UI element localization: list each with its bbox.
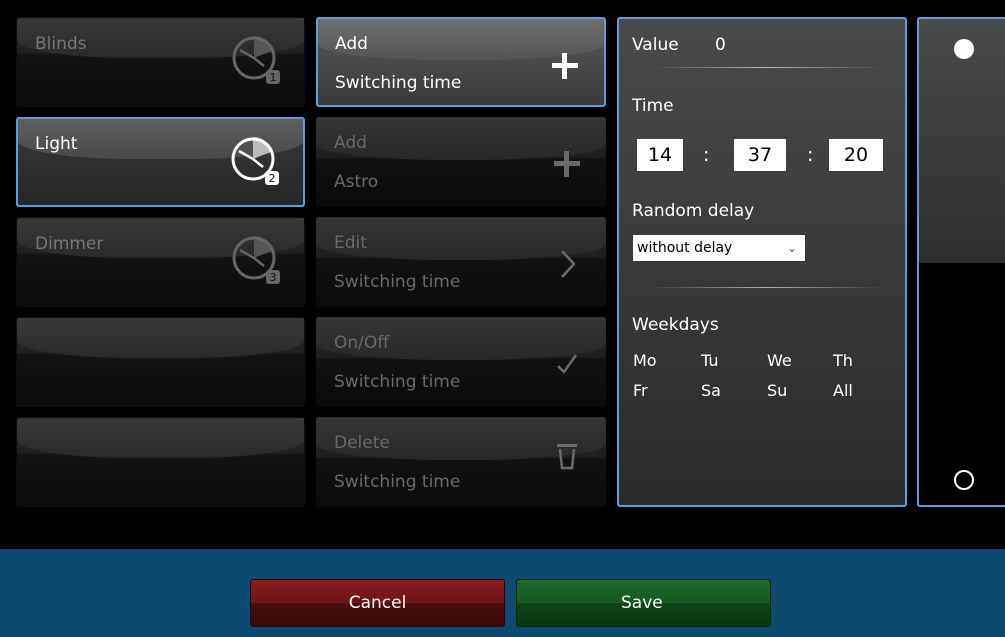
weekday-su[interactable]: Su [767,381,787,400]
clock-badge: 2 [269,172,276,185]
action-label: Add [334,133,367,153]
channel-blinds-button[interactable]: Blinds 1 [16,17,305,107]
button-shine [17,318,304,359]
action-sublabel: Astro [334,172,379,192]
cancel-button[interactable]: Cancel [250,579,505,627]
switching-time-detail-panel: Value 0 Time 14 : 37 : 20 Random delay w… [617,17,907,507]
weekday-all[interactable]: All [833,381,853,400]
plus-icon [552,53,578,79]
chevron-down-icon: ⌄ [786,241,797,255]
slider-max-dot[interactable] [954,39,974,59]
action-sublabel: Switching time [334,272,461,292]
weekday-sa[interactable]: Sa [701,381,721,400]
channel-empty-button[interactable] [16,417,305,507]
slider-min-dot[interactable] [954,470,974,490]
minutes-field[interactable]: 37 [734,139,786,171]
random-delay-value: without delay [637,240,733,256]
divider [649,67,885,68]
channel-label: Dimmer [35,234,104,254]
hours-field[interactable]: 14 [637,139,683,171]
weekday-mo[interactable]: Mo [633,351,657,370]
time-colon: : [703,144,710,166]
action-sublabel: Switching time [334,472,461,492]
clock-badge: 1 [270,71,277,84]
on-off-switching-time-button[interactable]: On/Off Switching time [316,317,606,407]
edit-switching-time-button[interactable]: Edit Switching time [316,217,606,307]
action-sublabel: Switching time [334,372,461,392]
delete-switching-time-button[interactable]: Delete Switching time [316,417,606,507]
timer-clock-icon: 3 [232,236,280,284]
value-label: Value [632,35,679,55]
action-label: On/Off [334,333,389,353]
timer-clock-icon: 2 [231,137,279,185]
action-label: Delete [334,433,390,453]
channel-dimmer-button[interactable]: Dimmer 3 [16,217,305,307]
weekdays-label: Weekdays [632,315,719,335]
plus-icon [554,151,580,177]
channel-empty-button[interactable] [16,317,305,407]
seconds-field[interactable]: 20 [829,139,883,171]
weekday-tu[interactable]: Tu [701,351,718,370]
add-astro-button[interactable]: Add Astro [316,117,606,207]
check-icon [557,354,578,374]
action-label: Edit [334,233,367,253]
chevron-right-icon [561,250,576,278]
action-sublabel: Switching time [335,73,462,93]
channel-label: Blinds [35,34,87,54]
channel-light-button[interactable]: Light 2 [16,117,305,207]
divider [649,287,885,288]
timer-clock-icon: 1 [232,36,280,84]
button-shine [17,418,304,459]
random-delay-label: Random delay [632,201,755,221]
weekday-fr[interactable]: Fr [633,381,648,400]
add-switching-time-button[interactable]: Add Switching time [316,17,606,107]
weekday-we[interactable]: We [767,351,792,370]
random-delay-select[interactable]: without delay ⌄ [633,235,805,261]
channel-label: Light [35,134,78,154]
time-colon: : [807,144,814,166]
weekday-th[interactable]: Th [833,351,853,370]
clock-badge: 3 [270,271,277,284]
value-slider[interactable] [917,17,1005,507]
trash-icon [557,444,577,470]
value-readout[interactable]: 0 [715,35,726,55]
time-label: Time [632,96,674,116]
save-button[interactable]: Save [516,579,771,627]
action-label: Add [335,34,368,54]
